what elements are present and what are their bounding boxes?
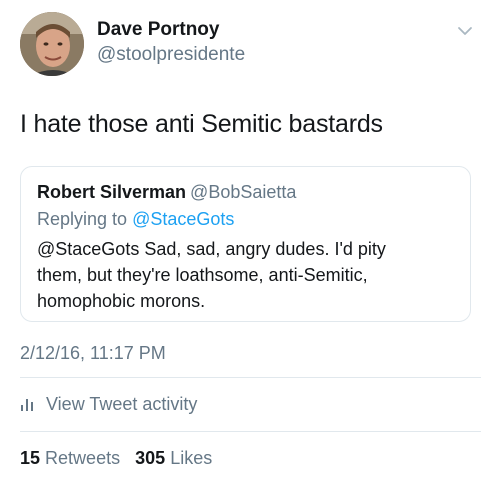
replying-to-line: Replying to @StaceGots	[37, 209, 234, 230]
author-display-name[interactable]: Dave Portnoy	[97, 19, 219, 41]
engagement-stats: 15 Retweets 305 Likes	[20, 448, 212, 469]
bar-chart-icon	[21, 399, 33, 411]
quoted-body-line: @StaceGots Sad, sad, angry dudes. I'd pi…	[37, 239, 386, 259]
quoted-author-handle: @BobSaietta	[190, 182, 297, 202]
quoted-author-display-name: Robert Silverman	[37, 182, 187, 202]
quoted-author-line: Robert Silverman @BobSaietta	[37, 182, 296, 203]
view-tweet-activity-label: View Tweet activity	[46, 393, 198, 414]
divider	[20, 431, 481, 432]
quoted-body-line: homophobic morons.	[37, 291, 206, 311]
quoted-body-line: them, but they're loathsome, anti-Semiti…	[37, 265, 368, 285]
quoted-tweet-body: @StaceGots Sad, sad, angry dudes. I'd pi…	[37, 236, 457, 314]
retweets-stat[interactable]: 15 Retweets	[20, 448, 125, 468]
replying-to-handle[interactable]: @StaceGots	[132, 209, 234, 229]
likes-count: 305	[135, 448, 166, 468]
tweet-text: I hate those anti Semitic bastards	[20, 110, 383, 138]
view-tweet-activity-link[interactable]: View Tweet activity	[20, 393, 197, 415]
divider	[20, 377, 481, 378]
retweets-count: 15	[20, 448, 41, 468]
likes-stat[interactable]: 305 Likes	[135, 448, 212, 468]
chevron-down-icon[interactable]	[456, 24, 474, 38]
avatar[interactable]	[20, 12, 84, 76]
likes-label: Likes	[170, 448, 213, 468]
replying-to-label: Replying to	[37, 209, 128, 229]
tweet-timestamp[interactable]: 2/12/16, 11:17 PM	[20, 343, 166, 364]
quoted-tweet-card[interactable]: Robert Silverman @BobSaietta Replying to …	[20, 166, 471, 322]
retweets-label: Retweets	[45, 448, 121, 468]
author-handle[interactable]: @stoolpresidente	[97, 44, 245, 66]
